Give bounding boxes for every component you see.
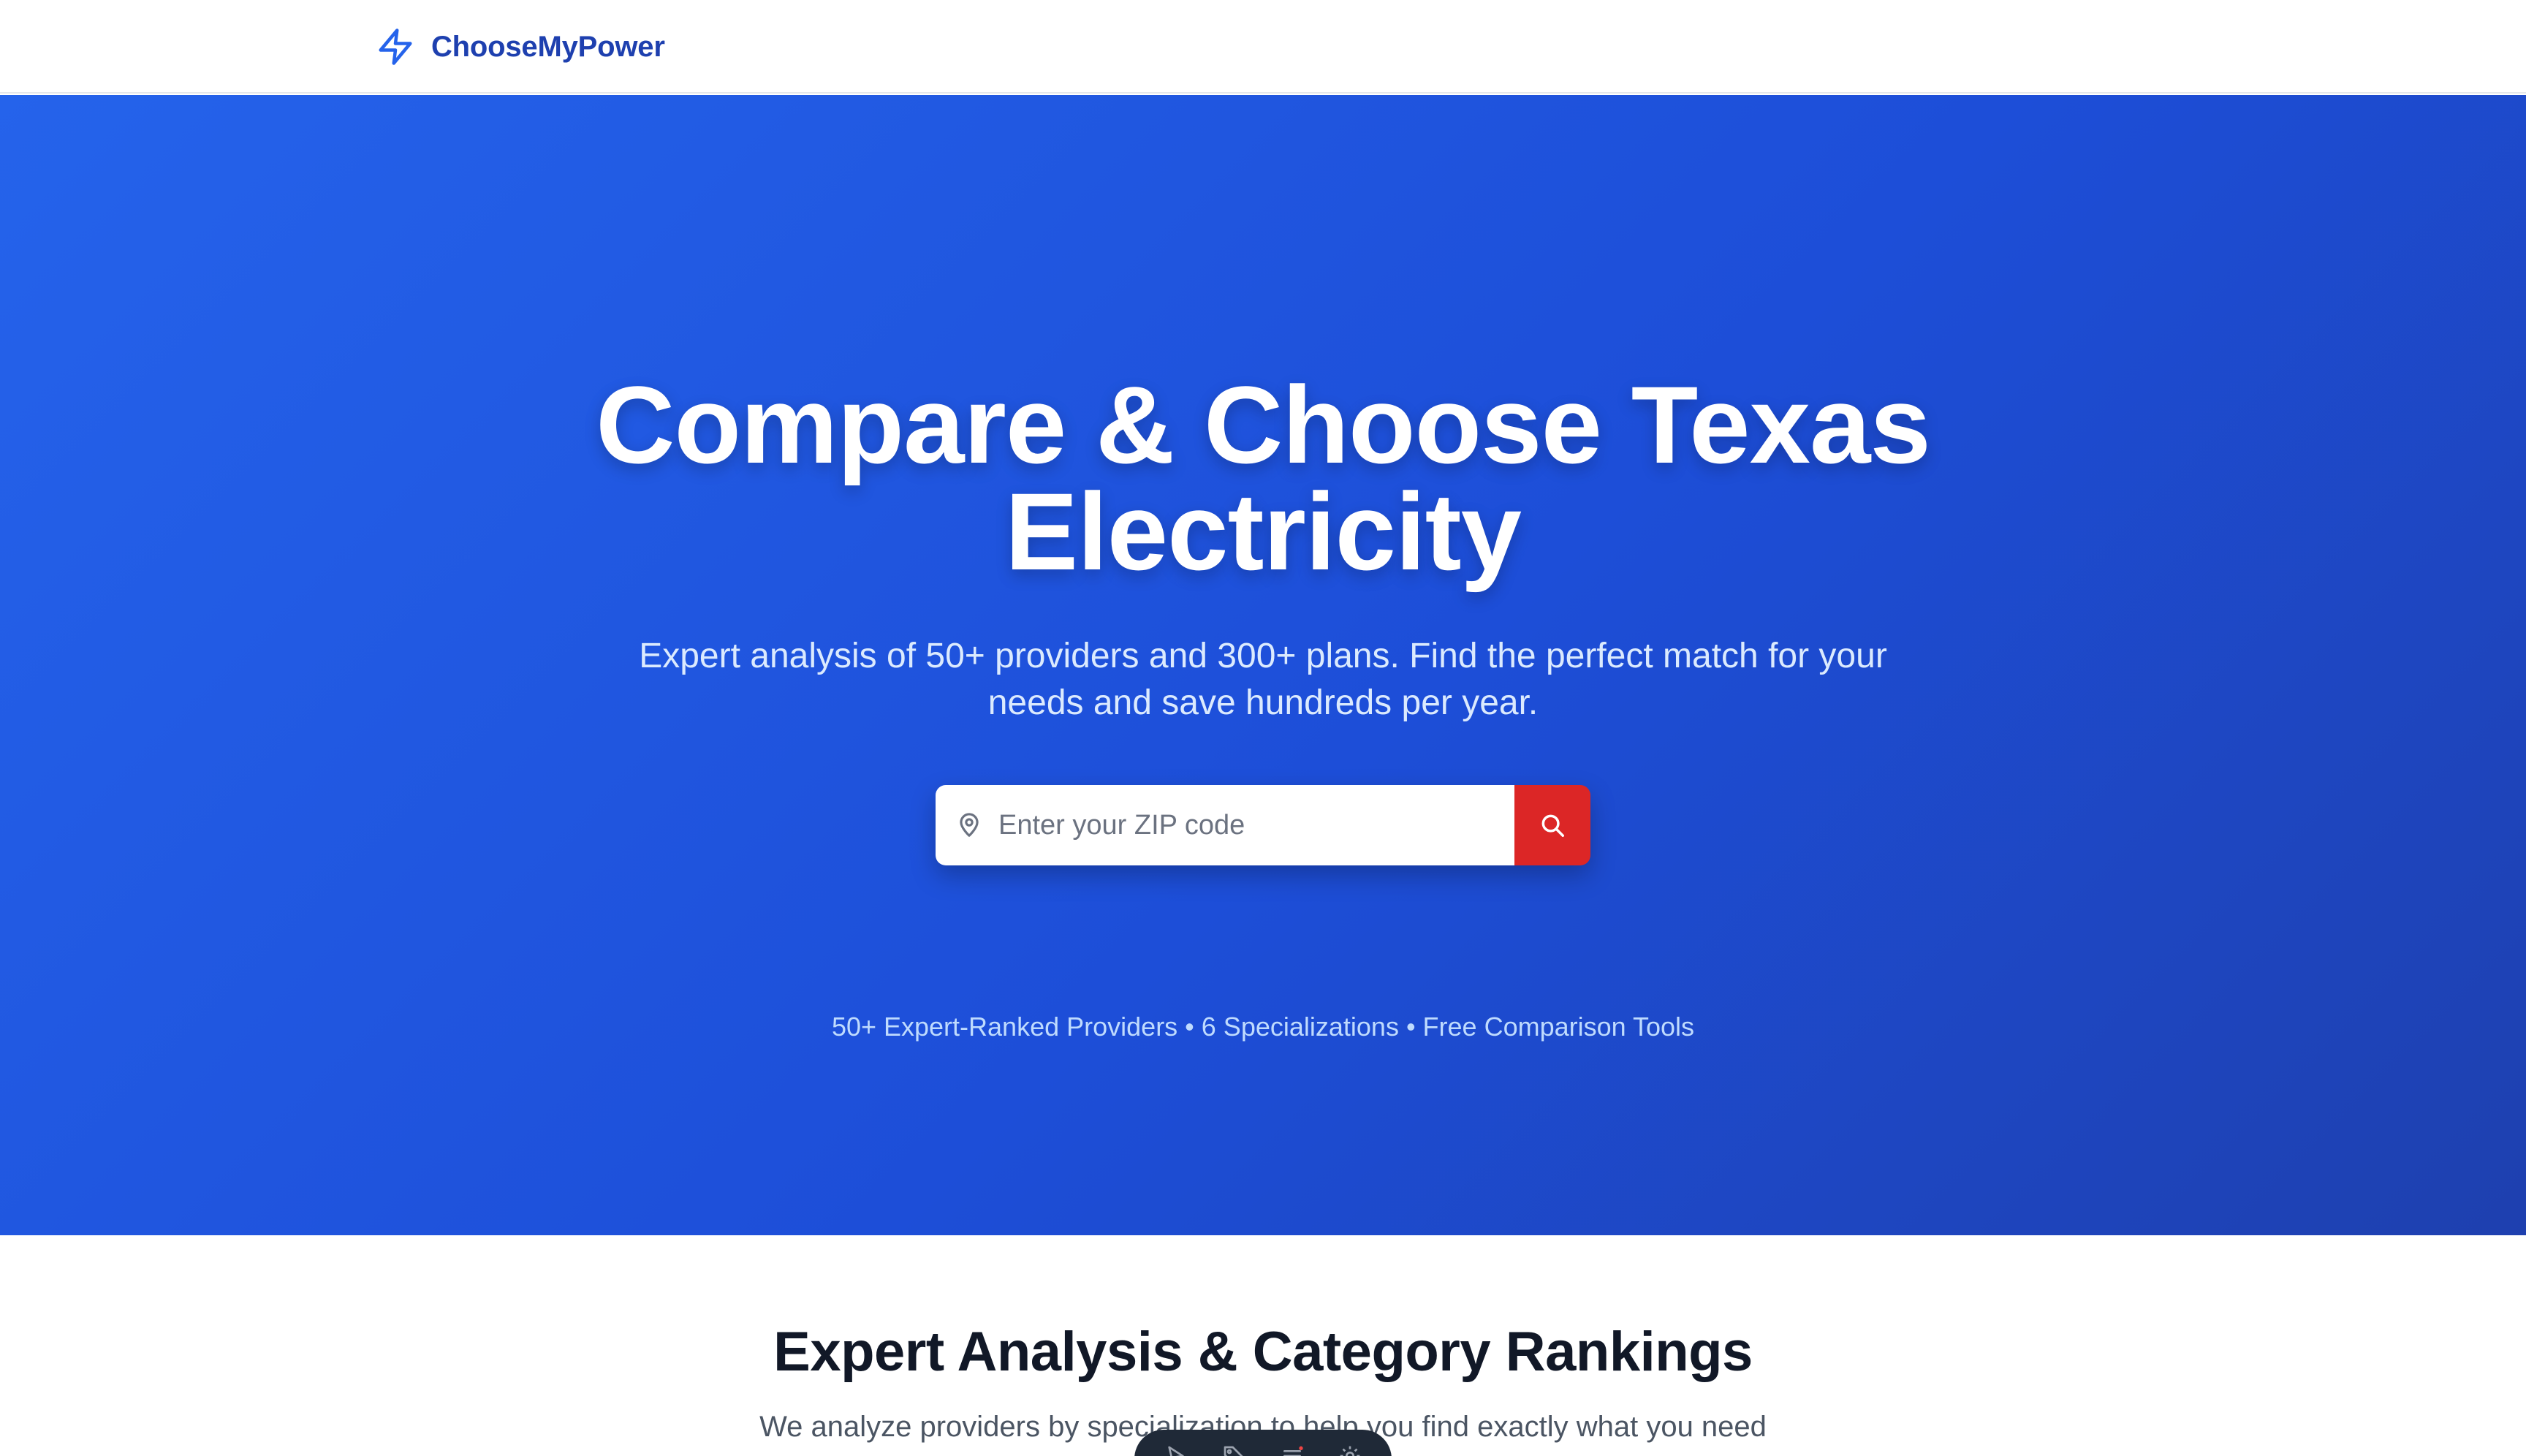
brand-logo-link[interactable]: ChooseMyPower bbox=[374, 22, 665, 72]
lightning-bolt-icon bbox=[374, 26, 417, 68]
search-icon bbox=[1539, 811, 1566, 839]
floating-toolbar bbox=[1134, 1430, 1392, 1456]
search-button[interactable] bbox=[1514, 785, 1590, 865]
hero-stats: 50+ Expert-Ranked Providers • 6 Speciali… bbox=[831, 1012, 1695, 1042]
inspect-icon[interactable] bbox=[1160, 1440, 1192, 1456]
site-header: ChooseMyPower bbox=[0, 0, 2526, 94]
map-pin-icon bbox=[955, 811, 984, 840]
brand-name: ChooseMyPower bbox=[431, 30, 665, 63]
hero-title: Compare & Choose Texas Electricity bbox=[596, 363, 1931, 593]
hero-section: Compare & Choose Texas Electricity Exper… bbox=[0, 95, 2526, 1235]
settings-icon[interactable] bbox=[1334, 1440, 1366, 1456]
zip-field-wrapper bbox=[936, 785, 1514, 865]
hero-subtitle: Expert analysis of 50+ providers and 300… bbox=[639, 637, 1887, 722]
menu-icon[interactable] bbox=[1276, 1440, 1308, 1456]
zip-search-form bbox=[936, 785, 1590, 865]
tag-icon[interactable] bbox=[1218, 1440, 1250, 1456]
section-title: Expert Analysis & Category Rankings bbox=[773, 1321, 1753, 1383]
zip-code-input[interactable] bbox=[998, 809, 1481, 841]
